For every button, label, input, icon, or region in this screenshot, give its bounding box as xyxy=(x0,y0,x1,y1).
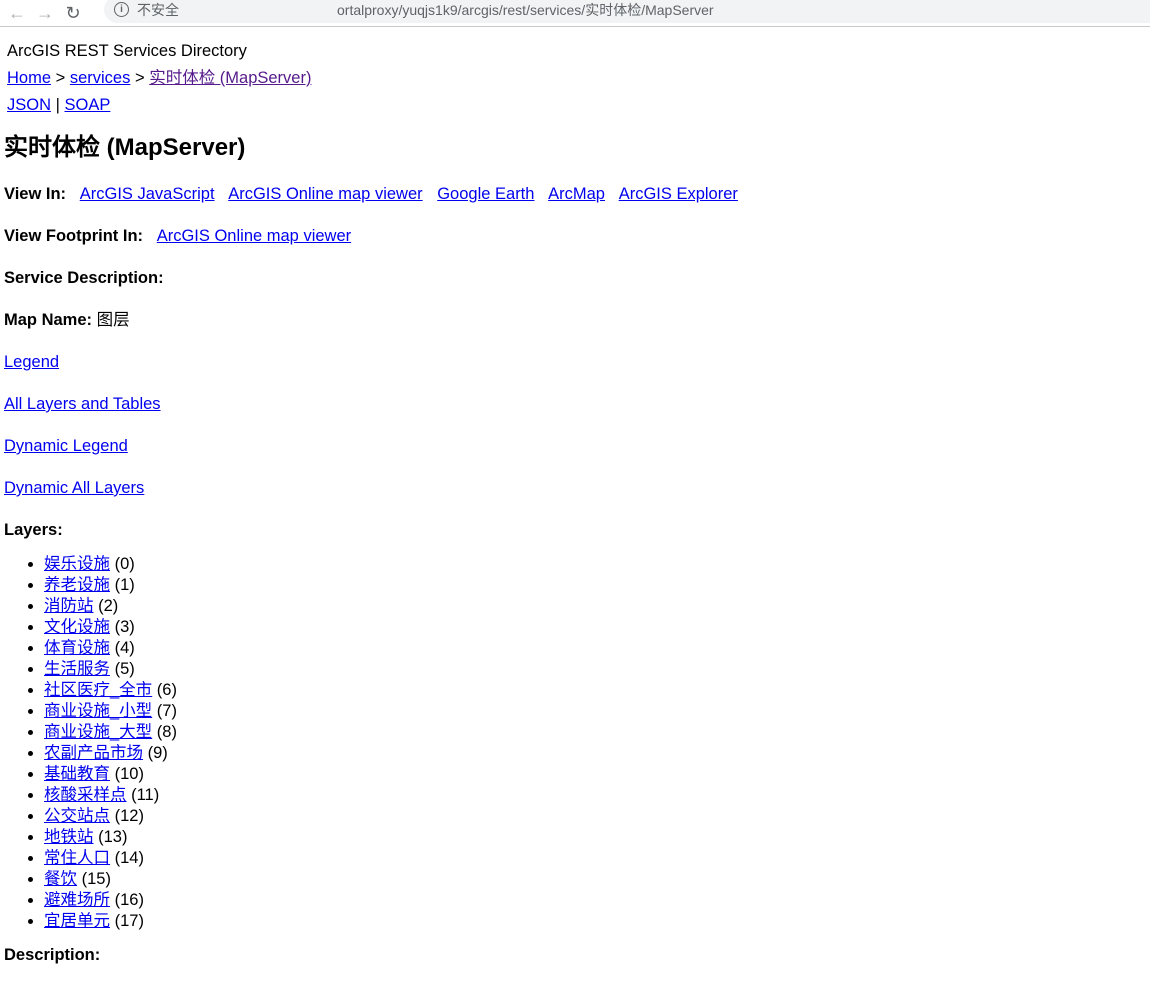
list-item: 文化设施 (3) xyxy=(44,617,1146,638)
layer-id: (11) xyxy=(131,786,160,804)
list-item: 养老设施 (1) xyxy=(44,575,1146,596)
map-name-value: 图层 xyxy=(96,311,130,329)
list-item: 商业设施_小型 (7) xyxy=(44,701,1146,722)
layer-id: (12) xyxy=(114,807,144,825)
list-item: 宜居单元 (17) xyxy=(44,911,1146,932)
security-indicator: 不安全 xyxy=(137,1,179,18)
layer-link[interactable]: 核酸采样点 xyxy=(44,786,127,804)
map-name-label: Map Name: xyxy=(4,311,93,329)
format-links: JSON | SOAP xyxy=(7,94,1143,121)
layer-id: (14) xyxy=(114,849,144,867)
layer-link[interactable]: 常住人口 xyxy=(44,849,110,867)
list-item: 体育设施 (4) xyxy=(44,638,1146,659)
back-arrow-icon[interactable]: ← xyxy=(6,2,28,24)
description-label: Description: xyxy=(4,946,101,964)
service-content: 实时体检 (MapServer) View In: ArcGIS JavaScr… xyxy=(0,133,1150,966)
layer-link[interactable]: 避难场所 xyxy=(44,891,110,909)
forward-arrow-icon[interactable]: → xyxy=(34,2,56,24)
layer-id: (10) xyxy=(114,765,144,783)
layer-id: (3) xyxy=(114,618,135,636)
list-item: 生活服务 (5) xyxy=(44,659,1146,680)
layer-id: (2) xyxy=(98,597,119,615)
layer-link[interactable]: 体育设施 xyxy=(44,639,110,657)
breadcrumb-separator: > xyxy=(134,69,145,87)
list-item: 社区医疗_全市 (6) xyxy=(44,680,1146,701)
list-item: 商业设施_大型 (8) xyxy=(44,722,1146,743)
breadcrumb: Home > services > 实时体检 (MapServer) xyxy=(7,67,1143,94)
page-title: 实时体检 (MapServer) xyxy=(4,134,246,161)
view-in-arcgis-javascript-link[interactable]: ArcGIS JavaScript xyxy=(80,185,215,203)
layer-link[interactable]: 文化设施 xyxy=(44,618,110,636)
layer-id: (16) xyxy=(114,891,144,909)
layer-id: (9) xyxy=(147,744,168,762)
breadcrumb-current-link[interactable]: 实时体检 (MapServer) xyxy=(149,69,311,87)
layers-label: Layers: xyxy=(4,521,63,539)
service-description-row: Service Description: xyxy=(4,267,1146,289)
layer-id: (0) xyxy=(114,555,135,573)
layer-link[interactable]: 餐饮 xyxy=(44,870,77,888)
breadcrumb-home-link[interactable]: Home xyxy=(7,69,51,87)
json-link[interactable]: JSON xyxy=(7,96,51,114)
info-icon[interactable]: i xyxy=(114,2,129,17)
view-footprint-row: View Footprint In: ArcGIS Online map vie… xyxy=(4,225,1146,247)
address-bar[interactable]: i 不安全 ortalproxy/yuqjs1k9/arcgis/rest/se… xyxy=(104,0,1150,23)
url-text[interactable]: ortalproxy/yuqjs1k9/arcgis/rest/services… xyxy=(337,0,714,20)
layer-id: (17) xyxy=(114,912,144,930)
list-item: 消防站 (2) xyxy=(44,596,1146,617)
view-in-label: View In: xyxy=(4,185,67,203)
layer-link[interactable]: 商业设施_大型 xyxy=(44,723,152,741)
service-description-label: Service Description: xyxy=(4,269,164,287)
layer-id: (13) xyxy=(98,828,128,846)
list-item: 基础教育 (10) xyxy=(44,764,1146,785)
layer-link[interactable]: 地铁站 xyxy=(44,828,94,846)
layer-id: (5) xyxy=(114,660,135,678)
dynamic-all-layers-link[interactable]: Dynamic All Layers xyxy=(4,479,144,497)
list-item: 公交站点 (12) xyxy=(44,806,1146,827)
list-item: 避难场所 (16) xyxy=(44,890,1146,911)
list-item: 餐饮 (15) xyxy=(44,869,1146,890)
view-in-arcmap-link[interactable]: ArcMap xyxy=(548,185,605,203)
layer-id: (8) xyxy=(156,723,177,741)
layer-id: (6) xyxy=(156,681,177,699)
breadcrumb-separator: > xyxy=(55,69,66,87)
list-item: 地铁站 (13) xyxy=(44,827,1146,848)
list-item: 娱乐设施 (0) xyxy=(44,554,1146,575)
view-footprint-arcgis-online-link[interactable]: ArcGIS Online map viewer xyxy=(157,227,351,245)
map-name-row: Map Name: 图层 xyxy=(4,309,1146,331)
layer-id: (7) xyxy=(156,702,177,720)
list-item: 农副产品市场 (9) xyxy=(44,743,1146,764)
all-layers-and-tables-link[interactable]: All Layers and Tables xyxy=(4,395,161,413)
layer-id: (1) xyxy=(114,576,135,594)
layer-link[interactable]: 宜居单元 xyxy=(44,912,110,930)
view-in-row: View In: ArcGIS JavaScript ArcGIS Online… xyxy=(4,183,1146,205)
layer-link[interactable]: 生活服务 xyxy=(44,660,110,678)
reload-icon[interactable]: ↻ xyxy=(62,2,84,24)
legend-link[interactable]: Legend xyxy=(4,353,59,371)
layer-link[interactable]: 农副产品市场 xyxy=(44,744,143,762)
layer-link[interactable]: 商业设施_小型 xyxy=(44,702,152,720)
format-separator: | xyxy=(55,96,60,114)
directory-title: ArcGIS REST Services Directory xyxy=(7,42,247,60)
soap-link[interactable]: SOAP xyxy=(65,96,111,114)
layer-id: (4) xyxy=(114,639,135,657)
dynamic-legend-link[interactable]: Dynamic Legend xyxy=(4,437,128,455)
layer-link[interactable]: 消防站 xyxy=(44,597,94,615)
view-in-arcgis-online-link[interactable]: ArcGIS Online map viewer xyxy=(228,185,422,203)
layer-link[interactable]: 公交站点 xyxy=(44,807,110,825)
layers-heading-row: Layers: xyxy=(4,519,1146,541)
rest-directory-header: ArcGIS REST Services Directory Home > se… xyxy=(0,27,1150,121)
layer-link[interactable]: 养老设施 xyxy=(44,576,110,594)
view-in-arcgis-explorer-link[interactable]: ArcGIS Explorer xyxy=(619,185,738,203)
list-item: 核酸采样点 (11) xyxy=(44,785,1146,806)
view-in-google-earth-link[interactable]: Google Earth xyxy=(437,185,534,203)
layer-link[interactable]: 社区医疗_全市 xyxy=(44,681,152,699)
layer-link[interactable]: 娱乐设施 xyxy=(44,555,110,573)
layer-link[interactable]: 基础教育 xyxy=(44,765,110,783)
browser-toolbar: ← → ↻ i 不安全 ortalproxy/yuqjs1k9/arcgis/r… xyxy=(0,0,1150,27)
layer-id: (15) xyxy=(81,870,111,888)
breadcrumb-services-link[interactable]: services xyxy=(70,69,131,87)
list-item: 常住人口 (14) xyxy=(44,848,1146,869)
layers-list: 娱乐设施 (0) 养老设施 (1) 消防站 (2) 文化设施 (3) 体育设施 … xyxy=(4,554,1146,932)
view-footprint-label: View Footprint In: xyxy=(4,227,144,245)
